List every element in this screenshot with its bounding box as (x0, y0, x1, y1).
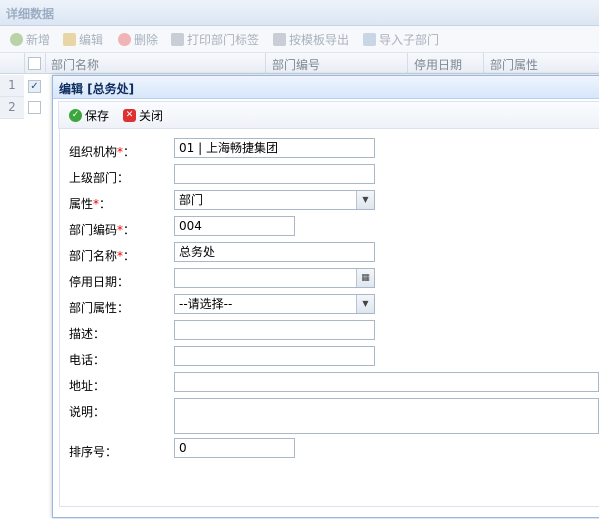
dept-attr-select[interactable]: --请选择-- ▼ (174, 294, 375, 314)
print-labels-button[interactable]: 打印部门标签 (171, 31, 259, 47)
note-textarea[interactable] (174, 398, 599, 434)
delete-button-label: 删除 (134, 32, 159, 47)
check-icon: ✓ (69, 108, 82, 122)
print-labels-label: 打印部门标签 (187, 32, 260, 47)
column-divider (407, 53, 408, 74)
phone-field[interactable] (174, 346, 375, 366)
save-button[interactable]: ✓ 保存 (69, 107, 109, 123)
table-row-number: 1 (0, 75, 24, 97)
add-icon (10, 32, 23, 46)
address-field[interactable] (174, 372, 599, 392)
export-icon (273, 32, 286, 46)
org-field[interactable]: 01 | 上海畅捷集团 (174, 138, 375, 158)
row-checkbox[interactable] (28, 101, 41, 114)
chevron-down-icon[interactable]: ▼ (356, 295, 374, 313)
dept-code-label: 部门编码*： (69, 223, 136, 237)
note-label: 说明： (69, 405, 106, 419)
order-field[interactable]: 0 (174, 438, 295, 458)
attr-select-value: 部门 (179, 193, 204, 207)
desc-label: 描述： (69, 327, 106, 341)
table-row-number: 2 (0, 97, 24, 119)
org-label: 组织机构*： (69, 145, 136, 159)
column-divider (24, 53, 25, 74)
dialog-header (53, 76, 599, 99)
import-sub-button[interactable]: 导入子部门 (363, 31, 439, 47)
printer-icon (171, 32, 184, 46)
row-checkbox[interactable]: ✓ (28, 80, 41, 93)
export-template-label: 按模板导出 (289, 32, 350, 47)
attr-label: 属性*： (69, 197, 112, 211)
calendar-icon[interactable]: ▦ (356, 269, 374, 287)
close-button[interactable]: ✕ 关闭 (123, 107, 163, 123)
attr-select[interactable]: 部门 ▼ (174, 190, 375, 210)
address-label: 地址： (69, 379, 106, 393)
column-divider (45, 53, 46, 74)
delete-button[interactable]: 删除 (118, 31, 158, 47)
add-button[interactable]: 新增 (10, 31, 50, 47)
close-icon: ✕ (123, 108, 136, 122)
save-button-label: 保存 (85, 108, 110, 123)
edit-button-label: 编辑 (79, 32, 104, 47)
import-sub-label: 导入子部门 (379, 32, 440, 47)
stop-date-label: 停用日期： (69, 275, 130, 289)
import-icon (363, 32, 376, 46)
dept-name-field[interactable]: 总务处 (174, 242, 375, 262)
stop-date-field[interactable]: ▦ (174, 268, 375, 288)
add-button-label: 新增 (26, 32, 51, 47)
export-template-button[interactable]: 按模板导出 (273, 31, 349, 47)
form-area (59, 128, 599, 507)
dept-attr-label: 部门属性： (69, 301, 130, 315)
order-label: 排序号： (69, 445, 118, 459)
desc-field[interactable] (174, 320, 375, 340)
dept-code-field[interactable]: 004 (174, 216, 295, 236)
dialog-title: 编辑 [总务处] (59, 82, 135, 96)
chevron-down-icon[interactable]: ▼ (356, 191, 374, 209)
edit-icon (63, 32, 76, 46)
close-button-label: 关闭 (139, 108, 164, 123)
dept-name-label: 部门名称*： (69, 249, 136, 263)
parent-dept-field[interactable] (174, 164, 375, 184)
panel-header (0, 0, 599, 26)
phone-label: 电话： (69, 353, 106, 367)
column-header-attr[interactable]: 部门属性 (490, 56, 538, 73)
column-header-stop-date[interactable]: 停用日期 (414, 56, 462, 73)
column-header-code[interactable]: 部门编号 (272, 56, 320, 73)
edit-button[interactable]: 编辑 (63, 31, 103, 47)
dept-attr-select-value: --请选择-- (179, 297, 233, 311)
delete-icon (118, 32, 131, 46)
parent-dept-label: 上级部门： (69, 171, 130, 185)
select-all-checkbox[interactable] (28, 57, 41, 70)
column-divider (265, 53, 266, 74)
panel-title: 详细数据 (6, 7, 55, 21)
column-divider (483, 53, 484, 74)
column-header-name[interactable]: 部门名称 (51, 56, 99, 73)
